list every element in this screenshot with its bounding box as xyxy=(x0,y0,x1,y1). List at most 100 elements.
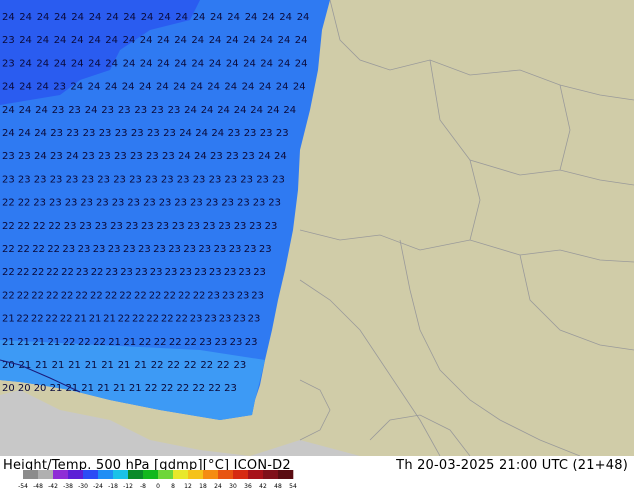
contour-label: 23 xyxy=(260,128,273,139)
contour-label: 22 xyxy=(16,314,29,325)
contour-label: 24 xyxy=(201,105,214,116)
contour-label: 22 xyxy=(134,290,147,301)
contour-label: 23 xyxy=(240,174,253,185)
contour-label: 22 xyxy=(178,290,191,301)
contour-label: 24 xyxy=(88,58,101,69)
contour-label: 21 xyxy=(118,360,131,371)
contour-label: 22 xyxy=(61,267,74,278)
contour-label: 24 xyxy=(193,12,206,23)
color-swatch xyxy=(113,470,129,479)
scale-label: 24 xyxy=(214,483,222,490)
contour-label: 23 xyxy=(110,221,123,232)
contour-label: 23 xyxy=(203,221,216,232)
color-swatch xyxy=(98,470,114,479)
contour-label: 23 xyxy=(193,174,206,185)
contour-label: 24 xyxy=(157,35,170,46)
contour-label: 22 xyxy=(161,383,174,394)
contour-label: 21 xyxy=(68,360,81,371)
contour-label: 24 xyxy=(19,58,32,69)
color-swatch xyxy=(263,470,279,479)
contour-label: 21 xyxy=(2,337,15,348)
contour-label: 22 xyxy=(46,290,59,301)
contour-label: 24 xyxy=(19,82,32,93)
contour-label: 20 xyxy=(2,383,15,394)
contour-label: 22 xyxy=(139,337,152,348)
contour-label: 24 xyxy=(190,82,203,93)
contour-label: 24 xyxy=(105,35,118,46)
contour-label: 23 xyxy=(146,151,159,162)
contour-label: 21 xyxy=(97,383,110,394)
contour-label: 24 xyxy=(211,128,224,139)
contour-label: 22 xyxy=(75,290,88,301)
scale-label: 54 xyxy=(289,483,297,490)
contour-label: 23 xyxy=(135,267,148,278)
color-swatch xyxy=(158,470,174,479)
contour-label: 22 xyxy=(193,290,206,301)
contour-label: 23 xyxy=(210,151,223,162)
contour-label: 22 xyxy=(32,244,45,255)
contour-label: 24 xyxy=(293,82,306,93)
contour-label: 23 xyxy=(234,221,247,232)
contour-label: 23 xyxy=(82,151,95,162)
color-swatch xyxy=(278,470,294,479)
contour-label: 23 xyxy=(93,244,106,255)
color-swatch xyxy=(128,470,144,479)
color-swatch xyxy=(203,470,219,479)
contour-label: 23 xyxy=(2,151,15,162)
contour-label: 22 xyxy=(151,360,164,371)
contour-label: 23 xyxy=(80,198,93,209)
contour-label: 23 xyxy=(95,221,108,232)
contour-label: 24 xyxy=(19,105,32,116)
contour-label: 23 xyxy=(113,174,126,185)
color-swatch xyxy=(233,470,249,479)
contour-label: 24 xyxy=(2,128,15,139)
contour-label: 23 xyxy=(101,105,114,116)
contour-label: 24 xyxy=(19,12,32,23)
contour-label: 23 xyxy=(134,105,147,116)
contour-label: 24 xyxy=(2,12,15,23)
contour-label: 23 xyxy=(2,174,15,185)
contour-label: 24 xyxy=(54,35,67,46)
contour-label: 22 xyxy=(32,267,45,278)
contour-label: 22 xyxy=(18,198,31,209)
color-scale: -54 -48 -42 -38 -30 -24 -18 -12 -8 0 8 12 18 24 30 36 42… xyxy=(18,470,297,490)
scale-label: -54 xyxy=(18,483,28,490)
contour-label: 23 xyxy=(256,174,269,185)
contour-label: 24 xyxy=(278,58,291,69)
contour-label: 24 xyxy=(184,105,197,116)
contour-label: 23 xyxy=(204,314,217,325)
contour-label: 24 xyxy=(274,151,287,162)
contour-label: 23 xyxy=(224,174,237,185)
contour-label: 23 xyxy=(65,198,78,209)
contour-label: 24 xyxy=(71,58,84,69)
contour-label: 23 xyxy=(162,151,175,162)
scale-label: 12 xyxy=(184,483,192,490)
scale-label: 36 xyxy=(244,483,252,490)
contour-label: 22 xyxy=(132,314,145,325)
contour-label: 23 xyxy=(123,244,136,255)
contour-label: 22 xyxy=(2,290,15,301)
contour-label: 21 xyxy=(129,383,142,394)
contour-label: 23 xyxy=(2,58,15,69)
contour-label: 22 xyxy=(31,290,44,301)
contour-label: 24 xyxy=(209,35,222,46)
contour-label: 23 xyxy=(81,174,94,185)
contour-label: 22 xyxy=(93,337,106,348)
color-swatch xyxy=(218,470,234,479)
scale-label: 18 xyxy=(199,483,207,490)
contour-label: 24 xyxy=(191,58,204,69)
contour-label: 24 xyxy=(276,82,289,93)
contour-label: 24 xyxy=(179,128,192,139)
contour-label: 23 xyxy=(156,221,169,232)
contour-label: 23 xyxy=(62,244,75,255)
contour-label: 24 xyxy=(2,105,15,116)
contour-label: 23 xyxy=(248,314,261,325)
contour-label: 23 xyxy=(229,244,242,255)
contour-label: 24 xyxy=(35,105,48,116)
contour-label: 24 xyxy=(191,35,204,46)
contour-label: 24 xyxy=(207,82,220,93)
contour-label: 23 xyxy=(129,174,142,185)
contour-label: 24 xyxy=(105,82,118,93)
contour-label: 23 xyxy=(83,128,96,139)
contour-label: 23 xyxy=(112,198,125,209)
